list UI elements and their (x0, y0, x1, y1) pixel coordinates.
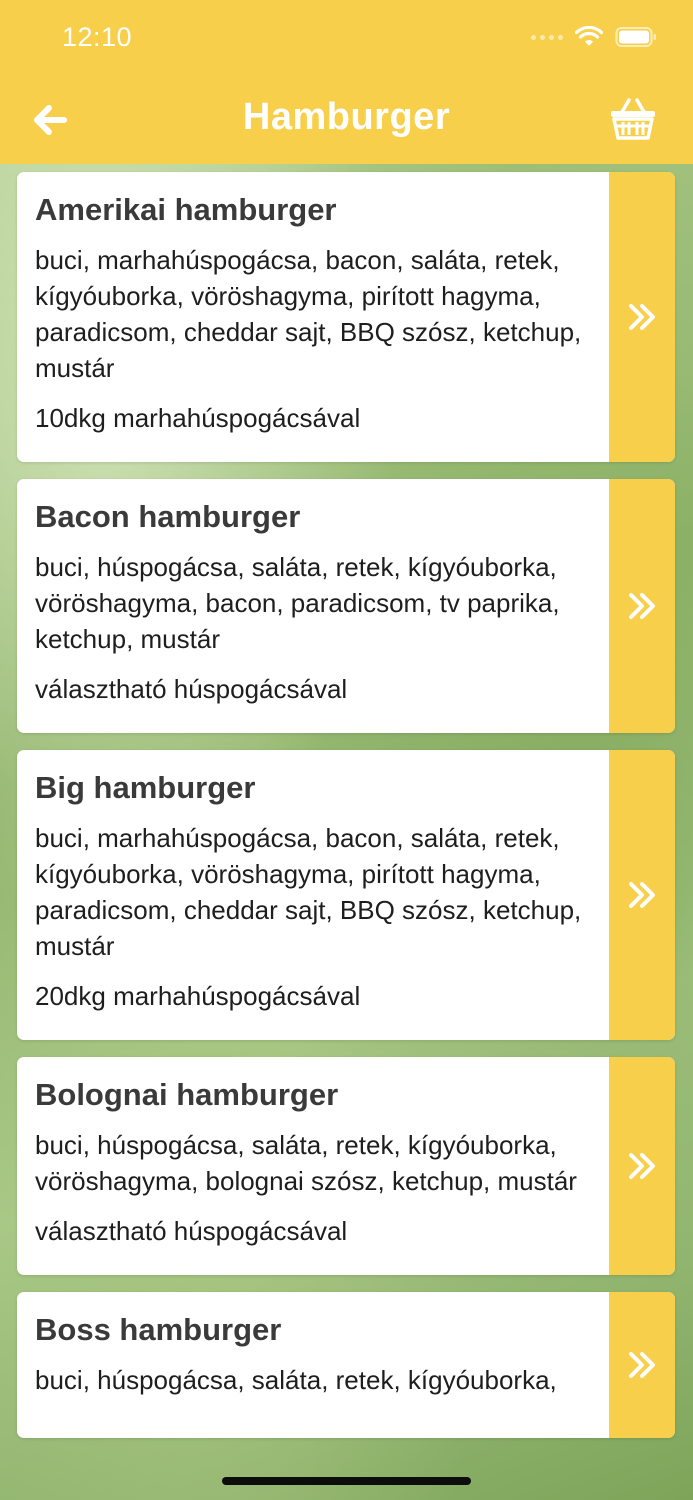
product-title: Bolognai hamburger (35, 1077, 339, 1112)
page-title: Hamburger (242, 96, 451, 138)
signal-icon (531, 34, 563, 40)
product-card[interactable]: Bolognai hamburger buci, húspogácsa, sal… (17, 1057, 675, 1275)
product-title: Bacon hamburger (35, 499, 301, 534)
product-note: választható húspogácsával (35, 674, 348, 704)
product-card[interactable]: Boss hamburger buci, húspogácsa, saláta,… (17, 1292, 675, 1438)
product-note: 10dkg marhahúspogácsával (35, 403, 361, 433)
status-icons (531, 26, 657, 48)
double-chevron-right-icon (629, 593, 655, 619)
status-bar: 12:10 (0, 0, 693, 78)
product-open-button[interactable] (609, 172, 675, 462)
cart-button[interactable] (609, 96, 657, 142)
product-open-button[interactable] (609, 1292, 675, 1438)
double-chevron-right-icon (629, 882, 655, 908)
wifi-icon (575, 26, 603, 46)
app-header: 12:10 Hamburger (0, 0, 693, 164)
nav-bar: Hamburger (0, 78, 693, 164)
product-card[interactable]: Amerikai hamburger buci, marhahúspogácsa… (17, 172, 675, 462)
product-card-body: Amerikai hamburger buci, marhahúspogácsa… (17, 172, 609, 462)
product-title: Amerikai hamburger (35, 192, 337, 227)
product-card-body: Big hamburger buci, marhahúspogácsa, bac… (17, 750, 609, 1040)
product-open-button[interactable] (609, 1057, 675, 1275)
product-ingredients: buci, húspogácsa, saláta, retek, kígyóub… (35, 1365, 557, 1395)
product-card[interactable]: Bacon hamburger buci, húspogácsa, saláta… (17, 479, 675, 733)
product-ingredients: buci, marhahúspogácsa, bacon, saláta, re… (35, 823, 582, 961)
product-card-body: Bolognai hamburger buci, húspogácsa, sal… (17, 1057, 609, 1275)
product-title: Big hamburger (35, 770, 256, 805)
product-ingredients: buci, húspogácsa, saláta, retek, kígyóub… (35, 552, 560, 654)
product-card-body: Boss hamburger buci, húspogácsa, saláta,… (17, 1292, 609, 1438)
double-chevron-right-icon (629, 1153, 655, 1179)
product-note: választható húspogácsával (35, 1216, 348, 1246)
product-ingredients: buci, húspogácsa, saláta, retek, kígyóub… (35, 1130, 577, 1196)
product-open-button[interactable] (609, 479, 675, 733)
product-card[interactable]: Big hamburger buci, marhahúspogácsa, bac… (17, 750, 675, 1040)
basket-icon (611, 98, 655, 140)
product-ingredients: buci, marhahúspogácsa, bacon, saláta, re… (35, 245, 582, 383)
product-card-body: Bacon hamburger buci, húspogácsa, saláta… (17, 479, 609, 733)
status-time: 12:10 (62, 22, 133, 52)
double-chevron-right-icon (629, 304, 655, 330)
product-note: 20dkg marhahúspogácsával (35, 981, 361, 1011)
product-list: Amerikai hamburger buci, marhahúspogácsa… (17, 172, 675, 1455)
product-title: Boss hamburger (35, 1312, 282, 1347)
product-open-button[interactable] (609, 750, 675, 1040)
double-chevron-right-icon (629, 1352, 655, 1378)
battery-icon (615, 27, 656, 47)
home-indicator[interactable] (222, 1477, 471, 1485)
